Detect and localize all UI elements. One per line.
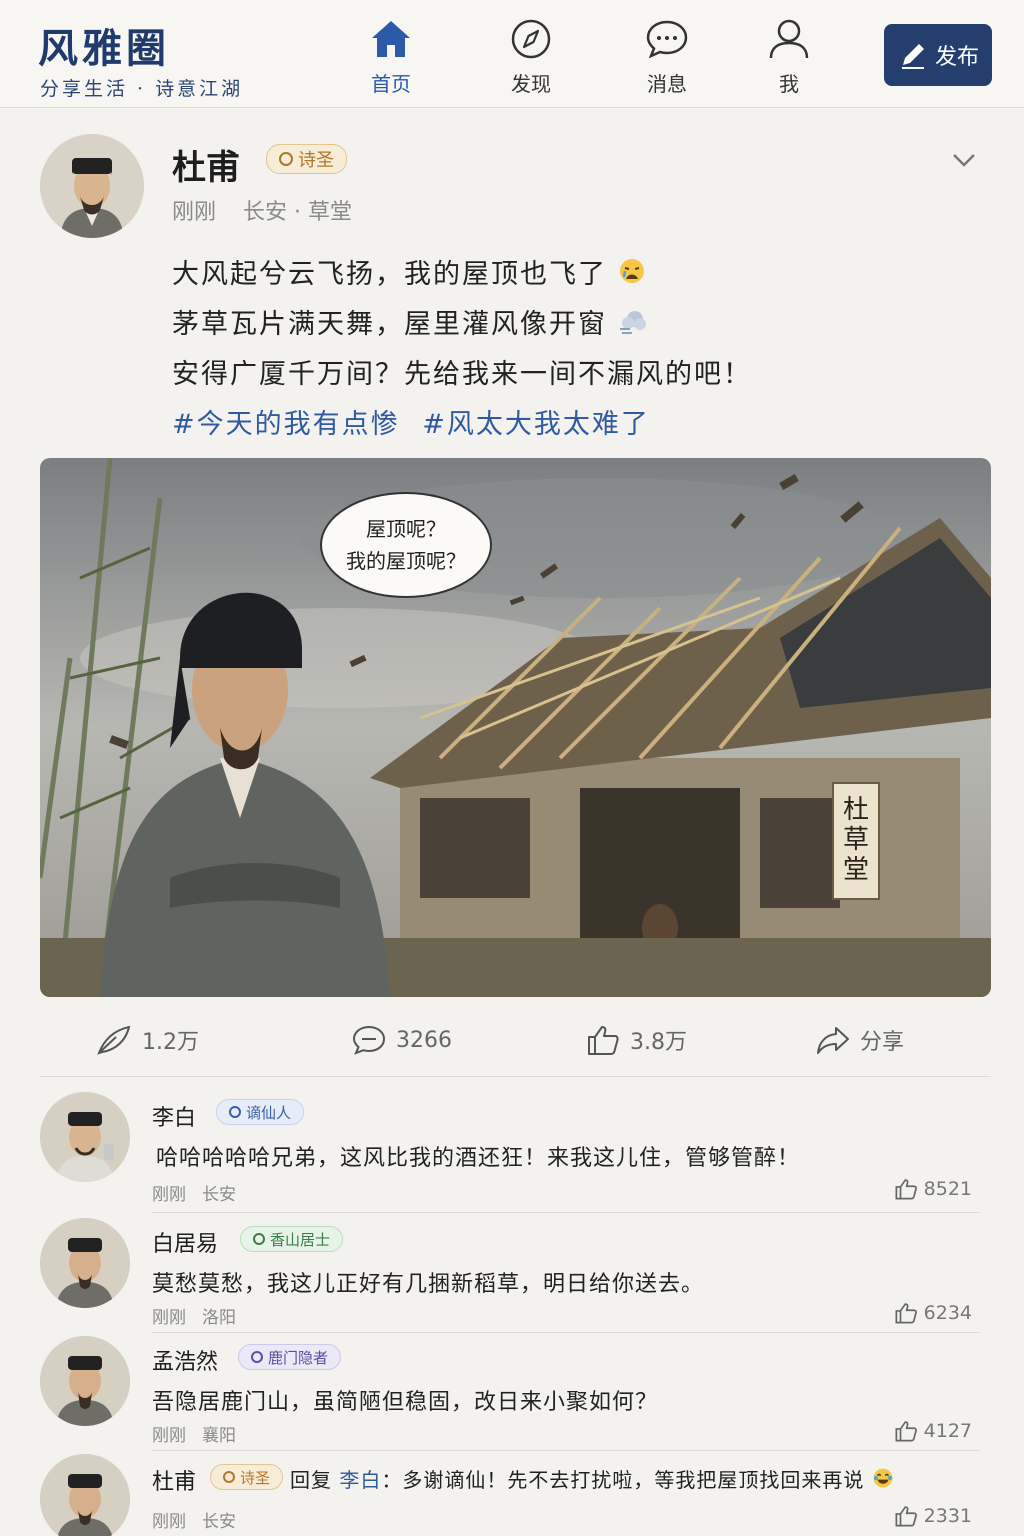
commenter-name[interactable]: 白居易 <box>152 1226 218 1258</box>
nav-messages-label: 消息 <box>647 72 687 96</box>
commenter-badge: 鹿门隐者 <box>238 1344 342 1370</box>
badge-icon <box>229 1106 241 1118</box>
hashtag[interactable]: #今天的我有点惨 <box>172 409 400 440</box>
medal-icon <box>279 152 293 166</box>
badge-icon <box>251 1351 263 1363</box>
chat-bubble-icon <box>646 20 688 59</box>
author-title-text: 诗圣 <box>298 150 334 171</box>
badge-icon <box>253 1233 265 1245</box>
author-name[interactable]: 杜甫 <box>172 140 240 189</box>
app-logo[interactable]: 风雅圈 <box>38 16 170 74</box>
post-text-line: 大风起兮云飞扬，我的屋顶也飞了 <box>172 252 646 291</box>
comment-text: 吾隐居鹿门山，虽简陋但稳固，改日来小聚如何？ <box>152 1390 659 1415</box>
nav-home-label: 首页 <box>371 72 411 96</box>
commenter-avatar[interactable] <box>40 1454 130 1536</box>
comment-text: 哈哈哈哈哈兄弟，这风比我的酒还狂！来我这儿住，管够管醉！ <box>156 1146 801 1171</box>
repost-count: 1.2万 <box>142 1030 199 1055</box>
thumbs-up-icon <box>895 1179 917 1200</box>
commenter-badge: 谪仙人 <box>216 1099 305 1125</box>
nav-profile-label: 我 <box>779 72 799 96</box>
feather-quill-icon <box>97 1025 131 1055</box>
repost-button[interactable]: 1.2万 <box>96 1020 199 1060</box>
post-time: 刚刚 <box>172 200 217 225</box>
nav-profile[interactable]: 我 <box>739 18 839 102</box>
post-text-line: 安得广厦千万间？先给我来一间不漏风的吧！ <box>172 359 752 390</box>
post-image[interactable] <box>40 458 991 997</box>
nav-discover[interactable]: 发现 <box>481 18 581 102</box>
comment-meta: 刚刚 洛阳 <box>152 1308 236 1328</box>
app-slogan: 分享生活 · 诗意江湖 <box>40 78 244 100</box>
commenter-avatar[interactable] <box>40 1092 130 1182</box>
nav-discover-label: 发现 <box>511 72 551 96</box>
thumbs-up-icon <box>895 1506 917 1527</box>
divider <box>152 1212 980 1213</box>
caotang-signboard: 杜 草 堂 <box>832 782 880 900</box>
reply-to-user[interactable]: 李白 <box>339 1468 381 1492</box>
like-button[interactable]: 3.8万 <box>586 1020 687 1060</box>
comment-meta: 刚刚 襄阳 <box>152 1426 236 1446</box>
publish-button[interactable]: 发布 <box>884 24 992 86</box>
pencil-icon <box>901 44 924 69</box>
hashtag-list: #今天的我有点惨 #风太大我太难了 <box>172 402 650 441</box>
medal-icon <box>223 1471 235 1483</box>
commenter-badge: 诗圣 <box>210 1464 284 1490</box>
comment-like-button[interactable]: 6234 <box>894 1302 972 1324</box>
reply-prefix: 回复 <box>290 1468 332 1492</box>
post-text-line: 茅草瓦片满天舞，屋里灌风像开窗 <box>172 302 648 341</box>
divider <box>152 1450 980 1451</box>
laughing-tears-icon <box>873 1468 893 1488</box>
chevron-down-icon[interactable] <box>950 150 978 170</box>
commenter-name[interactable]: 李白 <box>152 1100 196 1132</box>
commenter-avatar[interactable] <box>40 1218 130 1308</box>
thumbs-up-icon <box>895 1421 917 1442</box>
divider <box>152 1332 980 1333</box>
post-location: 长安 · 草堂 <box>243 200 352 225</box>
commenter-name[interactable]: 孟浩然 <box>152 1344 218 1376</box>
hashtag[interactable]: #风太大我太难了 <box>422 409 650 440</box>
publish-label: 发布 <box>934 45 979 70</box>
share-button[interactable]: 分享 <box>816 1020 904 1060</box>
like-count: 3.8万 <box>630 1030 687 1055</box>
comment-like-button[interactable]: 2331 <box>894 1505 972 1527</box>
thumbs-up-icon <box>895 1303 917 1324</box>
comment-meta: 刚刚 长安 <box>152 1185 236 1205</box>
author-title-badge: 诗圣 <box>266 144 347 174</box>
commenter-avatar[interactable] <box>40 1336 130 1426</box>
wind-cloud-icon <box>619 311 646 334</box>
comment-text: 回复 李白：多谢谪仙！先不去打扰啦，等我把屋顶找回来再说 <box>290 1464 894 1493</box>
nav-messages[interactable]: 消息 <box>617 18 717 102</box>
illustration-wind-roof <box>40 458 991 997</box>
post-meta: 刚刚 长安 · 草堂 <box>172 194 352 226</box>
home-icon <box>372 21 410 57</box>
compass-icon <box>511 19 551 59</box>
crying-face-icon <box>619 259 644 283</box>
author-avatar[interactable] <box>40 134 144 238</box>
thumbs-up-icon <box>588 1026 619 1055</box>
divider <box>40 1076 991 1077</box>
reply-text: ：多谢谪仙！先不去打扰啦，等我把屋顶找回来再说 <box>381 1468 865 1492</box>
commenter-name[interactable]: 杜甫 <box>152 1464 196 1496</box>
comment-button[interactable]: 3266 <box>352 1020 452 1060</box>
top-bar: 风雅圈 分享生活 · 诗意江湖 首页 发现 消息 我 发布 <box>0 0 1024 108</box>
share-arrow-icon <box>817 1027 849 1054</box>
user-icon <box>769 19 809 59</box>
speech-bubble: 屋顶呢？ 我的屋顶呢？ <box>320 492 492 598</box>
share-label: 分享 <box>860 1030 905 1055</box>
comment-count: 3266 <box>396 1027 452 1053</box>
comment-icon <box>352 1025 386 1055</box>
nav-home[interactable]: 首页 <box>341 18 441 102</box>
comment-like-button[interactable]: 4127 <box>894 1420 972 1442</box>
comment-like-button[interactable]: 8521 <box>894 1178 972 1200</box>
comment-meta: 刚刚 长安 <box>152 1512 236 1532</box>
commenter-badge: 香山居士 <box>240 1226 344 1252</box>
comment-text: 莫愁莫愁，我这儿正好有几捆新稻草，明日给你送去。 <box>152 1272 705 1297</box>
